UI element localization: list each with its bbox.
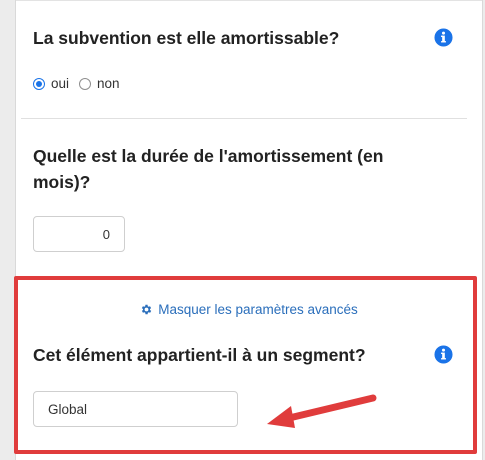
segment-input[interactable]: [33, 391, 238, 427]
form-panel: La subvention est elle amortissable? oui…: [15, 0, 483, 460]
radio-oui[interactable]: [33, 77, 45, 90]
radio-non-label: non: [97, 76, 120, 91]
radio-oui-label: oui: [51, 76, 70, 91]
radio-option-oui[interactable]: oui: [33, 76, 69, 91]
info-icon[interactable]: [434, 28, 453, 47]
radio-option-non[interactable]: non: [79, 76, 120, 91]
toggle-advanced-label: Masquer les paramètres avancés: [158, 302, 358, 317]
info-icon[interactable]: [434, 345, 453, 364]
amortissable-question-label: La subvention est elle amortissable?: [33, 28, 340, 48]
segment-question-label: Cet élément appartient-il à un segment?: [33, 345, 366, 365]
top-divider: [16, 0, 482, 1]
radio-non[interactable]: [79, 77, 92, 90]
duree-input[interactable]: [33, 216, 125, 252]
duree-question-label: Quelle est la durée de l'amortissement (…: [33, 146, 384, 192]
toggle-advanced-link[interactable]: Masquer les paramètres avancés: [16, 302, 482, 317]
section-divider: [21, 118, 467, 119]
amortissable-radio-group: oui non: [33, 76, 120, 91]
gear-icon: [142, 304, 152, 315]
